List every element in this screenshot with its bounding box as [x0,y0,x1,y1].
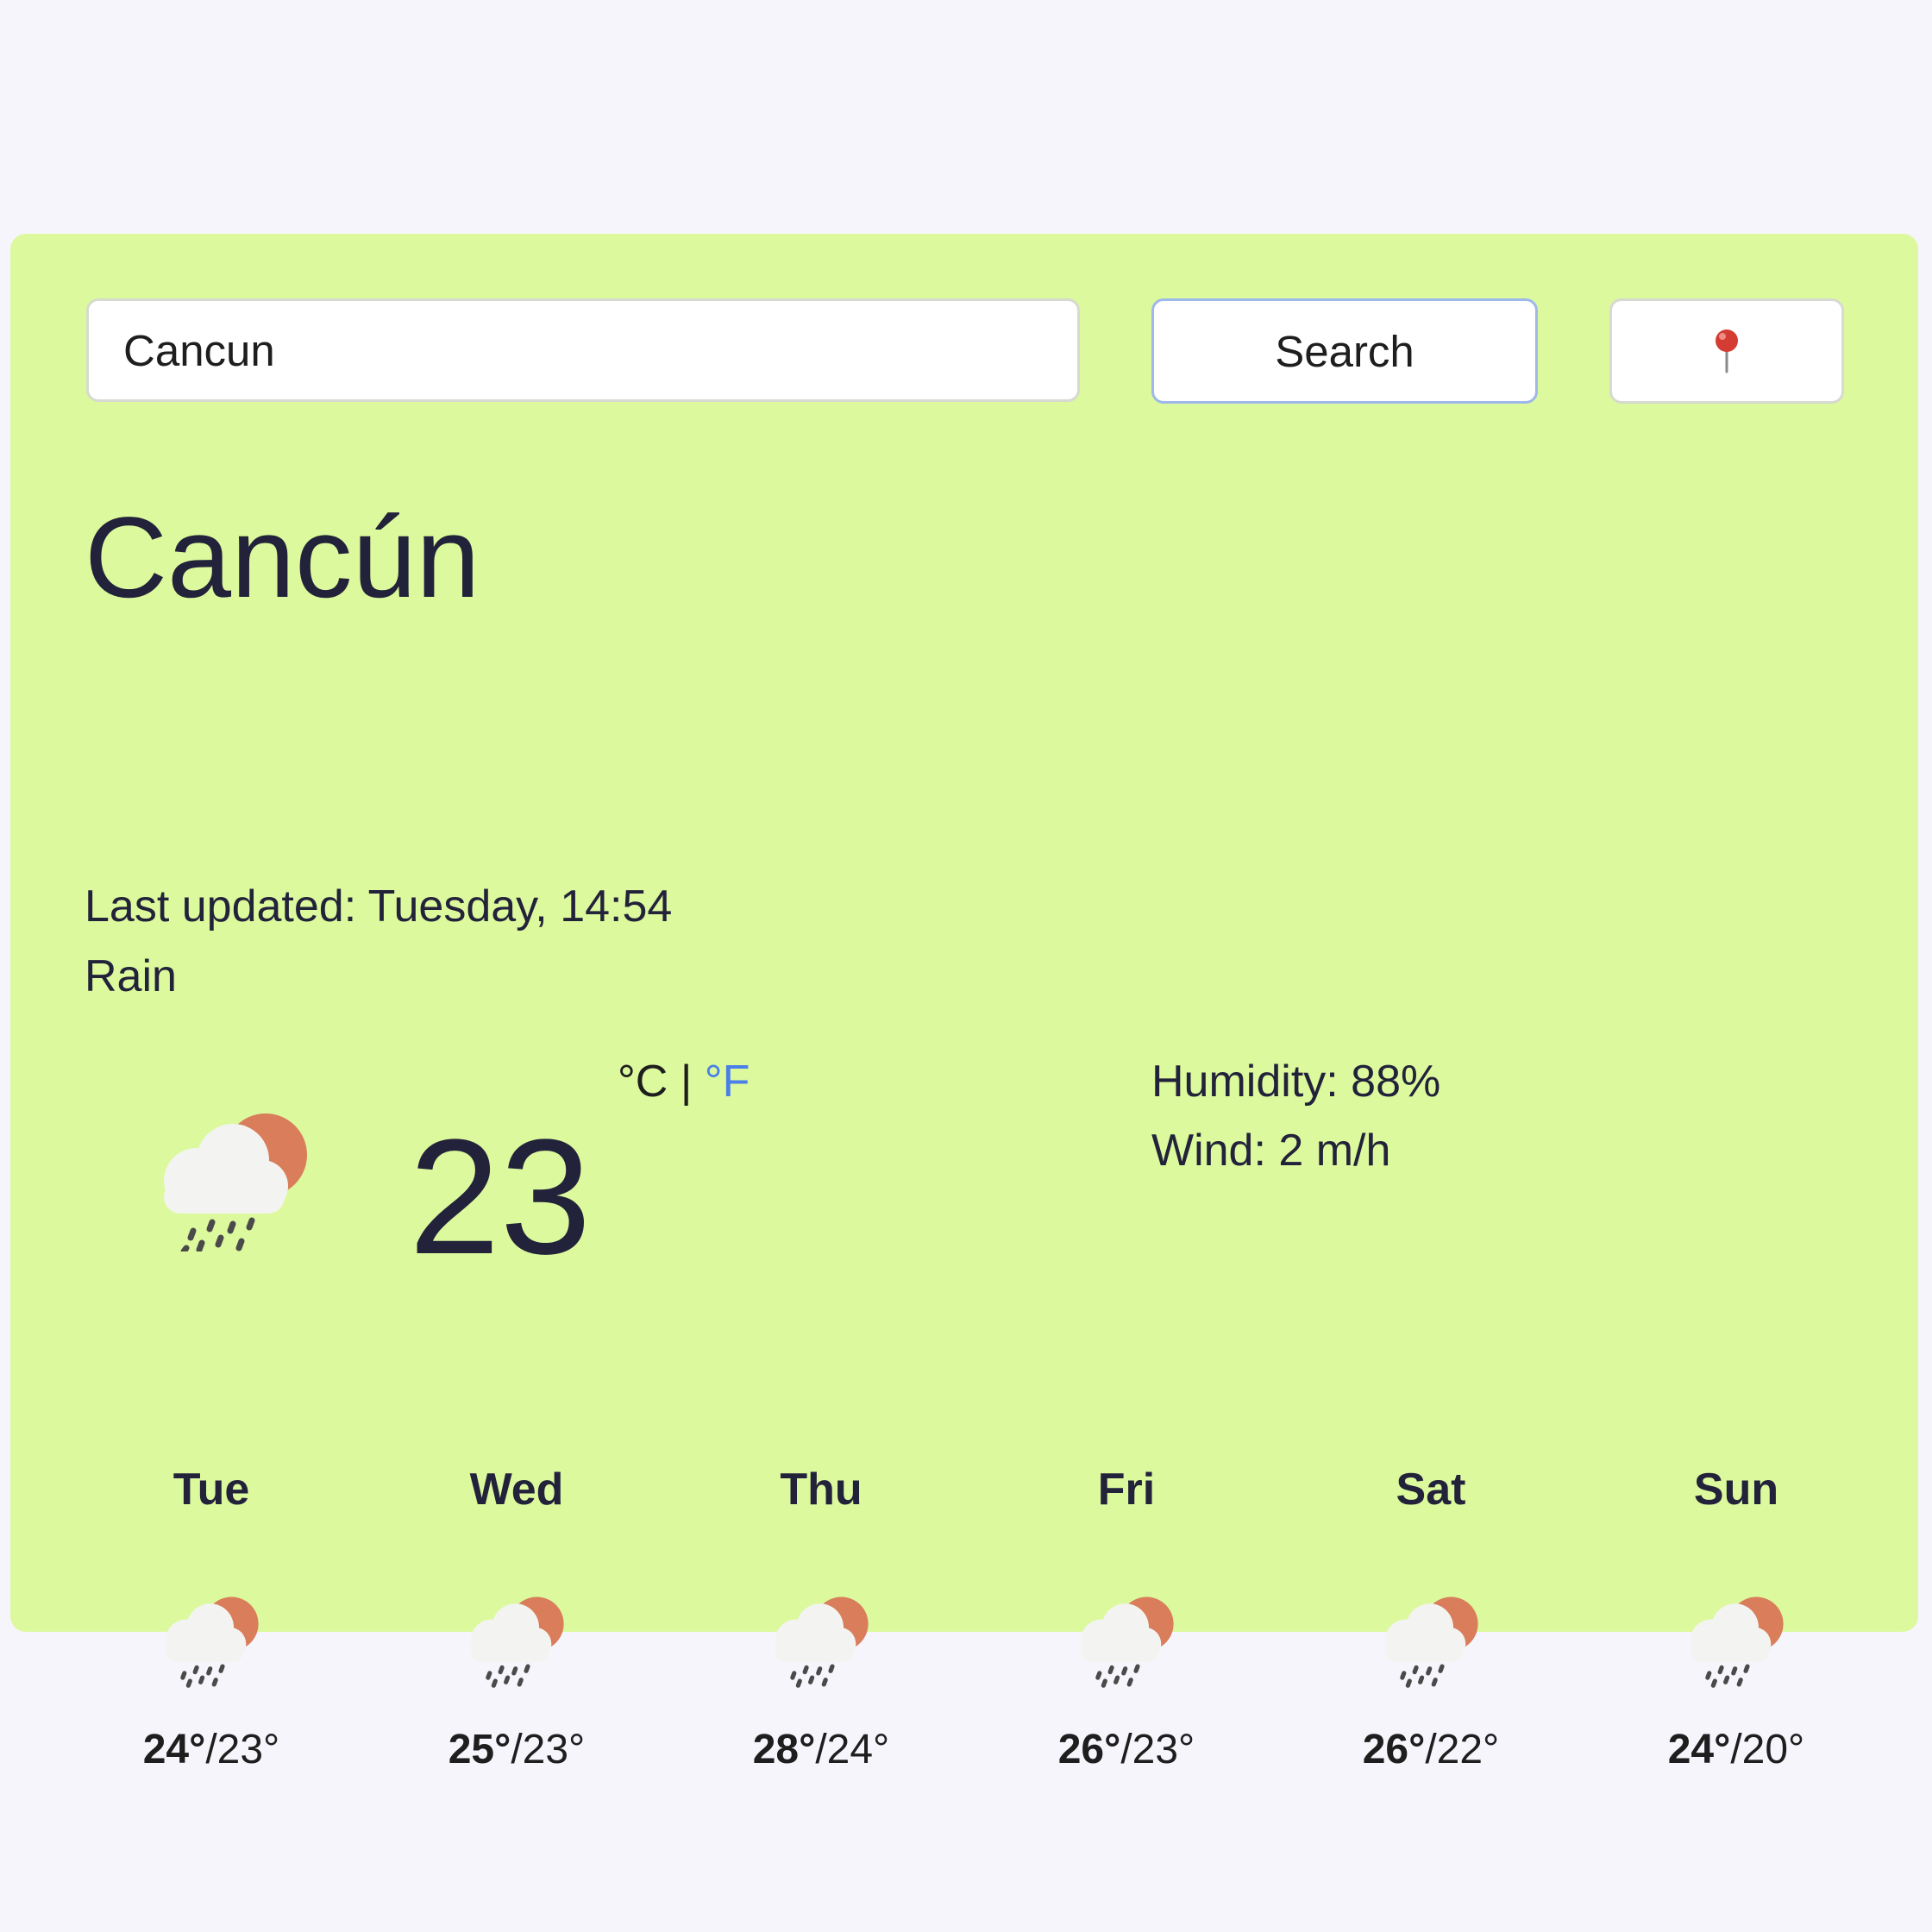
humidity-text: Humidity: 88% [1151,1057,1441,1107]
forecast-day: Wed 25°/23° [387,1467,646,1771]
forecast-day-name: Tue [172,1465,250,1515]
forecast-max-temp: 26° [1057,1727,1121,1772]
weather-card: Search Cancún Last updated: Tuesday, 14:… [10,234,1918,1771]
forecast-max-temp: 25° [448,1727,511,1772]
forecast-temps: 26°/22° [1302,1729,1560,1771]
rain-sun-cloud-icon [1080,1596,1174,1688]
forecast-day-name: Thu [780,1465,862,1515]
forecast-min-temp: /24° [815,1727,890,1772]
wind-text: Wind: 2 m/h [1151,1126,1391,1176]
forecast-temps: 24°/20° [1607,1729,1866,1771]
current-temperature: 23 [409,1106,592,1289]
forecast-day-name: Sun [1693,1465,1779,1515]
forecast-day: Tue 24°/23° [82,1467,341,1771]
forecast-day: Fri 26°/23° [997,1467,1256,1771]
forecast-min-temp: /23° [1120,1727,1195,1772]
forecast-max-temp: 24° [142,1727,206,1772]
rain-sun-cloud-icon [165,1596,259,1688]
rain-sun-cloud-icon [1384,1596,1478,1688]
unit-separator: | [680,1057,693,1107]
pushpin-icon [1716,329,1738,373]
rain-sun-cloud-icon [1690,1596,1784,1688]
forecast-min-temp: /23° [511,1727,586,1772]
forecast-day: Thu 28°/24° [692,1467,950,1771]
fahrenheit-link[interactable]: °F [705,1057,750,1107]
search-button[interactable]: Search [1151,298,1538,404]
forecast-day: Sat 26°/22° [1302,1467,1560,1771]
weather-condition: Rain [85,951,177,1001]
rain-sun-cloud-icon [470,1596,564,1688]
forecast-day-name: Fri [1097,1465,1156,1515]
forecast-min-temp: /23° [205,1727,280,1772]
current-location-button[interactable] [1609,298,1844,404]
forecast-temps: 28°/24° [692,1729,950,1771]
rain-sun-cloud-icon [775,1596,869,1688]
unit-toggle: °C | °F [618,1059,750,1104]
forecast-min-temp: /22° [1425,1727,1500,1772]
celsius-link[interactable]: °C [618,1057,668,1107]
last-updated-text: Last updated: Tuesday, 14:54 [85,881,673,932]
forecast-max-temp: 28° [752,1727,816,1772]
forecast-min-temp: /20° [1730,1727,1805,1772]
forecast-temps: 26°/23° [997,1729,1256,1771]
forecast-day-name: Sat [1396,1465,1466,1515]
forecast-max-temp: 24° [1667,1727,1731,1772]
city-search-input[interactable] [86,298,1080,402]
forecast-max-temp: 26° [1362,1727,1426,1772]
forecast-temps: 25°/23° [387,1729,646,1771]
city-name: Cancún [85,494,480,622]
rain-sun-cloud-icon [164,1113,307,1251]
forecast-temps: 24°/23° [82,1729,341,1771]
forecast-day: Sun 24°/20° [1607,1467,1866,1771]
forecast-day-name: Wed [469,1465,564,1515]
